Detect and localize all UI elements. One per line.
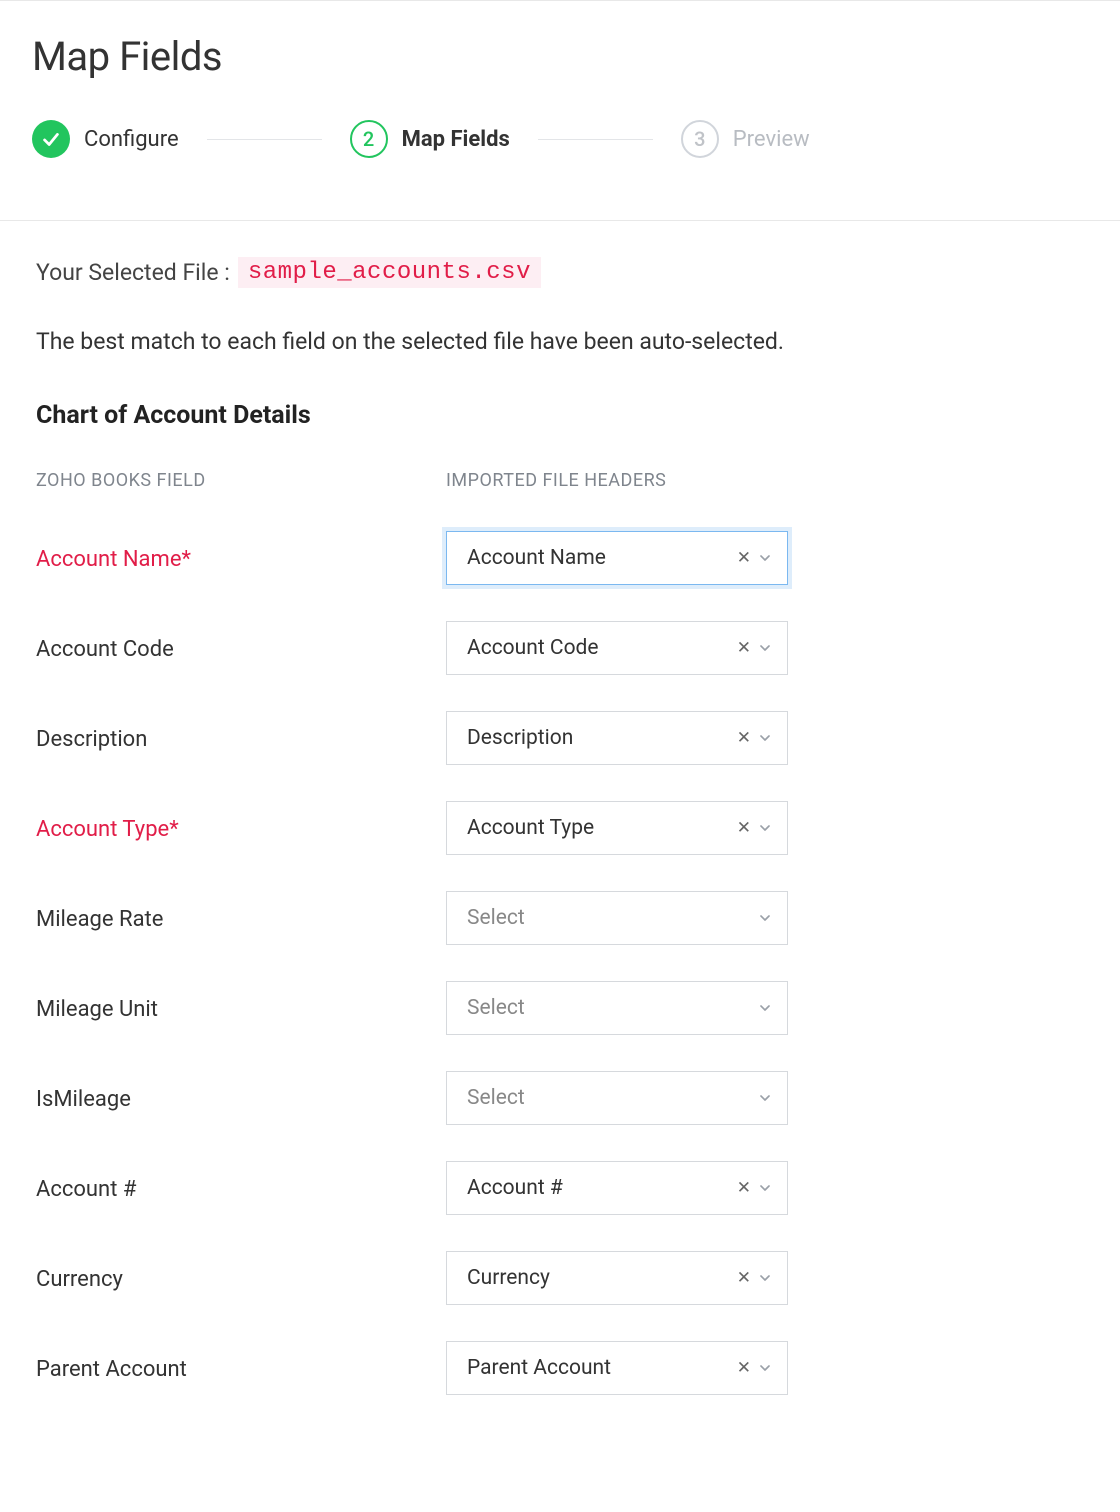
chevron-down-icon — [757, 1270, 773, 1286]
field-select[interactable]: Account Type✕ — [446, 801, 788, 855]
field-row: Account Type*Account Type✕ — [36, 801, 1084, 855]
field-label: Currency — [36, 1265, 446, 1292]
select-value: Currency — [467, 1266, 735, 1290]
field-select[interactable]: Account Name✕ — [446, 531, 788, 585]
step-connector — [207, 139, 322, 140]
clear-icon[interactable]: ✕ — [735, 818, 753, 839]
chevron-down-icon — [757, 1180, 773, 1196]
field-row: Parent AccountParent Account✕ — [36, 1341, 1084, 1395]
selected-file-label: Your Selected File : — [36, 259, 230, 286]
stepper: Configure 2 Map Fields 3 Preview — [32, 120, 1088, 158]
field-select[interactable]: Select — [446, 1071, 788, 1125]
step-preview[interactable]: 3 Preview — [681, 120, 810, 158]
select-value: Account Name — [467, 546, 735, 570]
selected-file-name: sample_accounts.csv — [238, 257, 541, 288]
select-icons — [757, 1090, 773, 1106]
chevron-down-icon — [757, 550, 773, 566]
field-label: Account Name* — [36, 545, 446, 572]
step-connector — [538, 139, 653, 140]
select-icons: ✕ — [735, 638, 773, 659]
chevron-down-icon — [757, 730, 773, 746]
select-value: Account # — [467, 1176, 735, 1200]
clear-icon[interactable]: ✕ — [735, 1358, 753, 1379]
field-label: Parent Account — [36, 1355, 446, 1382]
chevron-down-icon — [757, 1360, 773, 1376]
clear-icon[interactable]: ✕ — [735, 1268, 753, 1289]
chevron-down-icon — [757, 910, 773, 926]
chevron-down-icon — [757, 1090, 773, 1106]
select-value: Account Code — [467, 636, 735, 660]
columns-header: ZOHO BOOKS FIELD IMPORTED FILE HEADERS — [36, 470, 1084, 491]
step-label: Map Fields — [402, 127, 510, 152]
select-value: Parent Account — [467, 1356, 735, 1380]
select-icons: ✕ — [735, 818, 773, 839]
select-value: Select — [467, 906, 757, 930]
clear-icon[interactable]: ✕ — [735, 728, 753, 749]
select-icons — [757, 1000, 773, 1016]
selected-file-row: Your Selected File : sample_accounts.csv — [36, 257, 1084, 288]
clear-icon[interactable]: ✕ — [735, 548, 753, 569]
field-row: DescriptionDescription✕ — [36, 711, 1084, 765]
field-row: Mileage Unit Select — [36, 981, 1084, 1035]
column-header-left: ZOHO BOOKS FIELD — [36, 470, 206, 491]
chevron-down-icon — [757, 1000, 773, 1016]
field-row: Account CodeAccount Code✕ — [36, 621, 1084, 675]
field-label: IsMileage — [36, 1085, 446, 1112]
field-label: Mileage Unit — [36, 995, 446, 1022]
select-icons: ✕ — [735, 1178, 773, 1199]
field-select[interactable]: Account Code✕ — [446, 621, 788, 675]
field-select[interactable]: Parent Account✕ — [446, 1341, 788, 1395]
select-icons — [757, 910, 773, 926]
field-row: IsMileage Select — [36, 1071, 1084, 1125]
field-label: Account # — [36, 1175, 446, 1202]
chevron-down-icon — [757, 640, 773, 656]
field-label: Description — [36, 725, 446, 752]
field-row: Mileage Rate Select — [36, 891, 1084, 945]
select-icons: ✕ — [735, 728, 773, 749]
step-number-icon: 3 — [681, 120, 719, 158]
check-icon — [32, 120, 70, 158]
clear-icon[interactable]: ✕ — [735, 1178, 753, 1199]
field-label: Account Type* — [36, 815, 446, 842]
select-value: Select — [467, 1086, 757, 1110]
select-value: Select — [467, 996, 757, 1020]
select-value: Description — [467, 726, 735, 750]
field-select[interactable]: Description✕ — [446, 711, 788, 765]
select-icons: ✕ — [735, 1358, 773, 1379]
column-header-right: IMPORTED FILE HEADERS — [446, 470, 666, 491]
field-row: Account #Account #✕ — [36, 1161, 1084, 1215]
page-title: Map Fields — [32, 33, 1088, 80]
section-heading: Chart of Account Details — [36, 401, 1084, 430]
select-icons: ✕ — [735, 548, 773, 569]
field-select[interactable]: Currency✕ — [446, 1251, 788, 1305]
chevron-down-icon — [757, 820, 773, 836]
intro-text: The best match to each field on the sele… — [36, 328, 1084, 355]
step-map-fields[interactable]: 2 Map Fields — [350, 120, 510, 158]
select-value: Account Type — [467, 816, 735, 840]
field-select[interactable]: Account #✕ — [446, 1161, 788, 1215]
field-row: Account Name*Account Name✕ — [36, 531, 1084, 585]
field-select[interactable]: Select — [446, 891, 788, 945]
step-label: Preview — [733, 127, 810, 152]
step-configure[interactable]: Configure — [32, 120, 179, 158]
select-icons: ✕ — [735, 1268, 773, 1289]
clear-icon[interactable]: ✕ — [735, 638, 753, 659]
field-row: CurrencyCurrency✕ — [36, 1251, 1084, 1305]
step-number-icon: 2 — [350, 120, 388, 158]
field-label: Mileage Rate — [36, 905, 446, 932]
field-label: Account Code — [36, 635, 446, 662]
field-select[interactable]: Select — [446, 981, 788, 1035]
step-label: Configure — [84, 127, 179, 152]
